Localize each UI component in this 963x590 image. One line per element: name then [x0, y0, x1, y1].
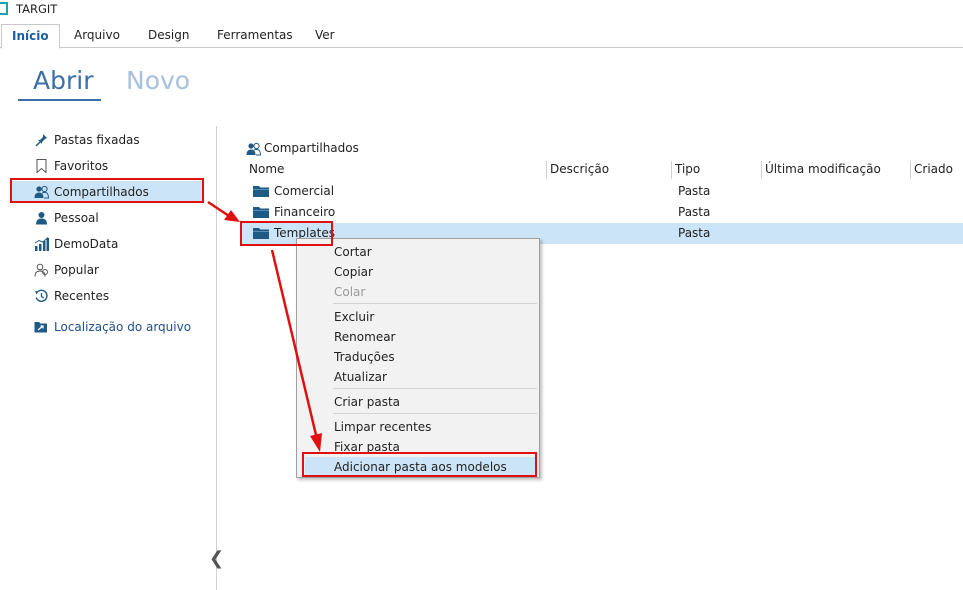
- annotation-arrows: [207, 200, 322, 452]
- annotation-arrow-to-templates: [207, 200, 240, 222]
- annotation-arrow-to-menu-item: [270, 249, 322, 452]
